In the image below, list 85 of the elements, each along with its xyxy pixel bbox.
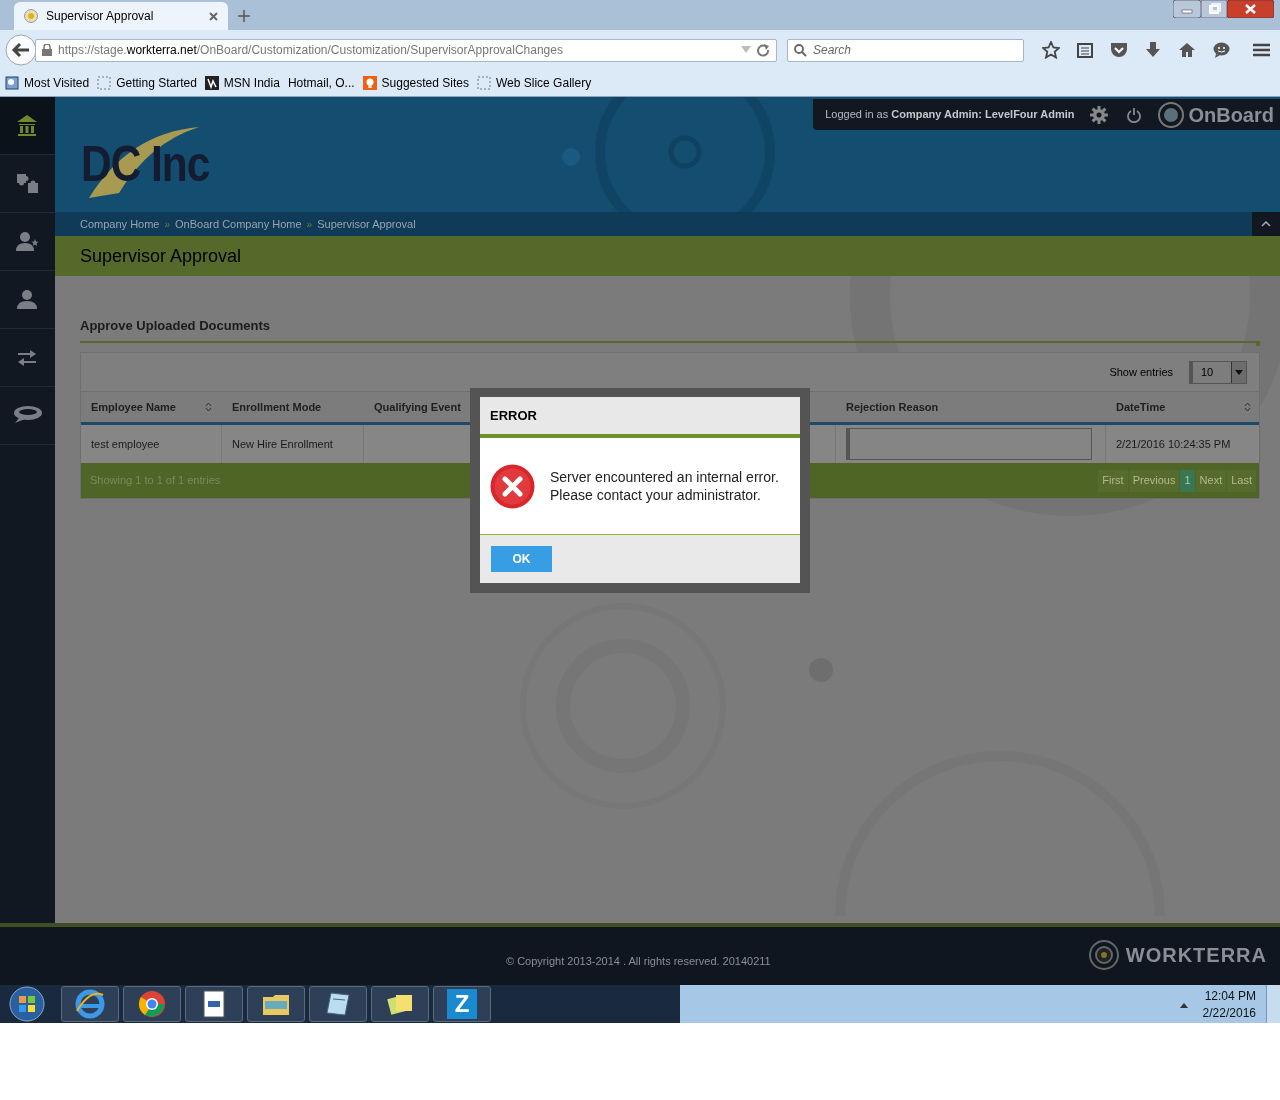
tray-arrow-icon[interactable] [1180, 1003, 1188, 1008]
star-icon[interactable] [1042, 41, 1060, 59]
dialog-title: ERROR [490, 406, 537, 425]
breadcrumb-separator: » [306, 217, 313, 232]
download-icon[interactable] [1145, 42, 1161, 58]
table-cell-text: test employee [91, 436, 160, 452]
bookmark-icon [5, 76, 19, 90]
dropdown-icon [1235, 369, 1243, 375]
column-header: Rejection Reason [845, 399, 940, 415]
error-message: Server encountered an internal error. Please contact your administrator. [550, 468, 779, 504]
pagination-button[interactable]: 1 [1180, 469, 1195, 492]
settings-icon[interactable] [1090, 105, 1109, 124]
address-bar[interactable]: https://stage.workterra.net/OnBoard/Customization/Customization/SupervisorApprovalChanges [35, 38, 777, 62]
browser-icon [137, 989, 167, 1019]
bulb-icon [362, 76, 377, 90]
rejection-reason-field[interactable] [846, 428, 1092, 460]
brand-name: WORKTERRA [1125, 943, 1267, 968]
user-star-icon[interactable] [16, 230, 39, 253]
search-icon [794, 43, 807, 57]
column-header[interactable]: DateTime [1106, 392, 1261, 422]
document-button[interactable] [185, 986, 243, 1022]
browser-button[interactable] [61, 986, 119, 1022]
ok-button[interactable]: OK [491, 546, 552, 572]
browser-button[interactable] [123, 986, 181, 1022]
table-cell-text: 2/21/2016 10:24:35 PM [1116, 436, 1231, 452]
lock-icon [42, 44, 52, 56]
pagination-button[interactable]: Previous [1128, 469, 1180, 492]
clock-time: 12:04 PM [1204, 988, 1256, 1005]
page-size-select[interactable]: 10 [1189, 360, 1247, 384]
notes-button[interactable] [371, 986, 429, 1022]
url-text: https://stage.workterra.net/OnBoard/Customization/Customization/SupervisorApprovalChanges [58, 42, 564, 59]
search-field[interactable]: Search [787, 38, 1024, 62]
notepad-button[interactable] [309, 986, 367, 1022]
login-status: Logged in as Company Admin: LevelFour Admin [825, 107, 1075, 123]
notepad-icon [323, 989, 353, 1019]
pocket-icon[interactable] [1110, 42, 1128, 58]
restore-icon[interactable] [1201, 0, 1227, 18]
breadcrumb-link[interactable]: Supervisor Approval [317, 215, 416, 233]
bookmark-link[interactable]: Getting Started [116, 74, 197, 92]
breadcrumb-link[interactable]: Company Home [80, 215, 160, 233]
chat-icon[interactable] [1213, 42, 1230, 58]
workterra-logo-icon [1087, 939, 1120, 971]
power-icon[interactable] [1126, 106, 1143, 123]
bookmark-link[interactable]: Most Visited [24, 74, 90, 92]
browser-tab[interactable]: Supervisor Approval [14, 2, 228, 30]
folder-button[interactable] [247, 986, 305, 1022]
bookmark-icon [204, 76, 219, 90]
close-icon[interactable] [1227, 0, 1274, 18]
breadcrumb-link[interactable]: OnBoard Company Home [175, 215, 302, 233]
onboard-logo-icon [1158, 101, 1185, 128]
chevron-up-icon [1261, 221, 1271, 227]
back-icon[interactable] [5, 34, 37, 66]
start-button[interactable] [7, 985, 47, 1023]
home-icon[interactable] [1178, 42, 1196, 58]
column-header[interactable]: Employee Name [81, 392, 222, 422]
bookmark-link[interactable]: Web Slice Gallery [496, 74, 592, 92]
bookmark-link[interactable]: Hotmail, O... [287, 74, 355, 92]
brand-name: OnBoard [1188, 102, 1274, 128]
app-button[interactable]: Z [447, 989, 477, 1019]
page-title: Supervisor Approval [80, 244, 242, 268]
puzzle-icon[interactable] [16, 172, 39, 195]
home-icon[interactable] [16, 114, 39, 137]
pagination-button[interactable]: First [1098, 469, 1128, 492]
site-icon [24, 9, 38, 23]
copyright-text: © Copyright 2013-2014 . All rights reserved. 20140211 [506, 954, 771, 969]
show-entries-label: Show entries [1109, 364, 1173, 380]
pagination-button[interactable]: Last [1227, 469, 1256, 492]
reload-icon[interactable] [757, 43, 770, 57]
bookmark-link[interactable]: Suggested Sites [381, 74, 469, 92]
pagination-button[interactable]: Next [1195, 469, 1227, 492]
user-icon[interactable] [16, 288, 39, 311]
column-header: Enrollment Mode [231, 399, 323, 415]
column-header: Qualifying Event [373, 399, 462, 415]
new-tab-icon[interactable] [238, 10, 250, 22]
bookmark-link[interactable]: MSN India [223, 74, 280, 92]
browser-icon [75, 989, 105, 1019]
menu-icon[interactable] [1253, 43, 1270, 57]
table-cell-text: New Hire Enrollment [232, 436, 333, 452]
clock-date: 2/22/2016 [1202, 1005, 1256, 1022]
section-title: Approve Uploaded Documents [80, 317, 271, 335]
collapse-button[interactable] [1252, 212, 1280, 236]
close-icon[interactable] [209, 11, 218, 21]
error-icon [490, 463, 535, 509]
breadcrumb-separator: » [164, 217, 171, 232]
clipboard-icon[interactable] [1077, 42, 1093, 58]
